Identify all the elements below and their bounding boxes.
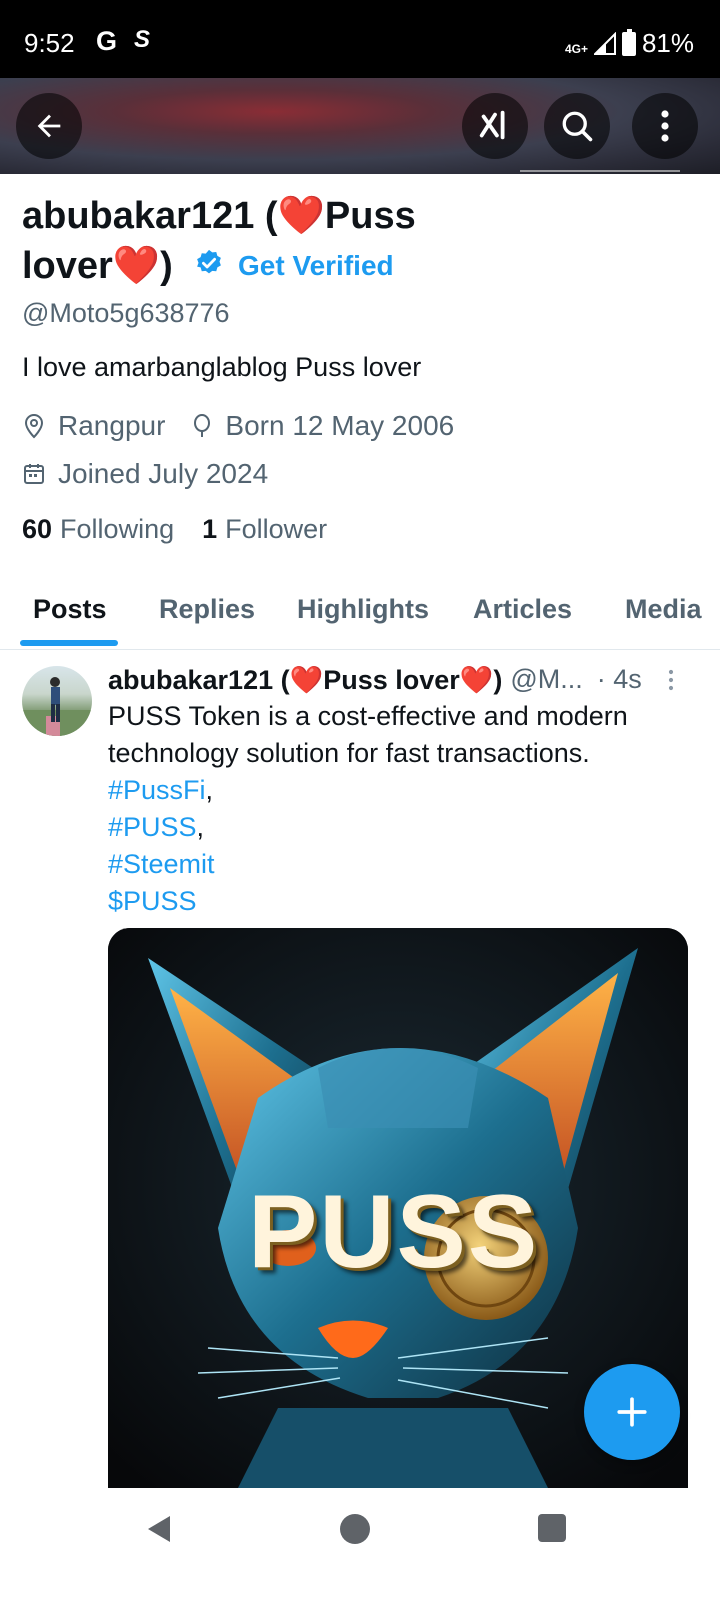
avatar-person-image [22,677,92,736]
balloon-icon [194,414,211,437]
avatar[interactable] [22,666,92,736]
grok-icon [479,110,505,140]
hashtag-link[interactable]: #PUSS [108,812,197,842]
google-icon: G [96,26,118,56]
battery-level: 81% [641,28,694,58]
search-button[interactable] [544,93,610,159]
profile-meta-row: Rangpur Born 12 May 2006 [22,410,454,442]
nav-home-icon[interactable] [340,1514,370,1544]
followers-label: Follower [225,514,328,544]
location-pin-icon [24,413,44,439]
profile-birthday: Born 12 May 2006 [191,410,454,442]
app-notification-icon: S [134,26,151,53]
search-icon [562,111,593,142]
post-separator: , [196,812,205,842]
post-more-icon[interactable] [664,668,678,692]
post-text-line: PUSS Token is a cost-effective and moder… [108,701,628,731]
post-header: abubakar121 (❤️Puss lover❤️) @M... · 4s [108,664,642,696]
get-verified-link[interactable]: Get Verified [238,250,394,282]
tab-articles[interactable]: Articles [473,594,572,625]
post-text-line: technology solution for fast transaction… [108,738,590,768]
birthday-text: Born 12 May 2006 [225,410,455,441]
arrow-left-icon [37,114,61,138]
more-vertical-icon [661,110,669,142]
profile-name-line1: abubakar121 (❤️Puss [22,195,416,237]
status-bar: 9:52 G S 4G+ 81% [0,0,720,78]
post-author-handle[interactable]: @M... [510,664,582,696]
follow-stats: 60 Following 1 Follower [22,514,327,545]
nav-back-icon[interactable] [146,1514,172,1544]
followers-link[interactable]: 1 Follower [202,514,327,545]
battery-icon [621,28,636,56]
back-button[interactable] [16,93,82,159]
following-label: Following [60,514,175,544]
tab-posts[interactable]: Posts [33,594,107,625]
following-count: 60 [22,514,53,544]
image-overlay-text: PUSS [248,1174,540,1290]
more-options-button[interactable] [632,93,698,159]
tab-media[interactable]: Media [625,594,702,625]
post-separator: , [205,775,214,805]
profile-location: Rangpur [58,410,166,441]
hashtag-link[interactable]: #Steemit [108,849,215,879]
post-text: PUSS Token is a cost-effective and moder… [108,698,688,920]
status-time: 9:52 [24,28,75,58]
grok-button[interactable] [462,93,528,159]
cashtag-link[interactable]: $PUSS [108,886,197,916]
signal-icon [593,31,616,55]
plus-icon [617,1397,647,1427]
joined-text: Joined July 2024 [58,458,269,489]
profile-bio: I love amarbanglablog Puss lover [22,352,422,382]
verified-badge-icon[interactable] [194,248,224,278]
tab-highlights[interactable]: Highlights [297,594,429,625]
hashtag-link[interactable]: #PussFi [108,775,206,805]
status-indicators: 4G+ 81% [565,28,694,59]
nav-recents-icon[interactable] [538,1514,566,1542]
post-timestamp: · 4s [596,664,642,694]
active-tab-indicator [20,640,118,646]
following-link[interactable]: 60 Following [22,514,174,545]
profile-handle: @Moto5g638776 [22,298,230,328]
profile-banner[interactable] [0,78,720,174]
tab-replies[interactable]: Replies [159,594,255,625]
followers-count: 1 [202,514,218,544]
post-author-name[interactable]: abubakar121 (❤️Puss lover❤️) [108,664,502,696]
calendar-icon [24,464,44,484]
system-navigation-bar [0,1488,720,1600]
profile-joined-row: Joined July 2024 [22,458,268,490]
compose-post-button[interactable] [584,1364,680,1460]
network-type: 4G+ [564,41,588,56]
